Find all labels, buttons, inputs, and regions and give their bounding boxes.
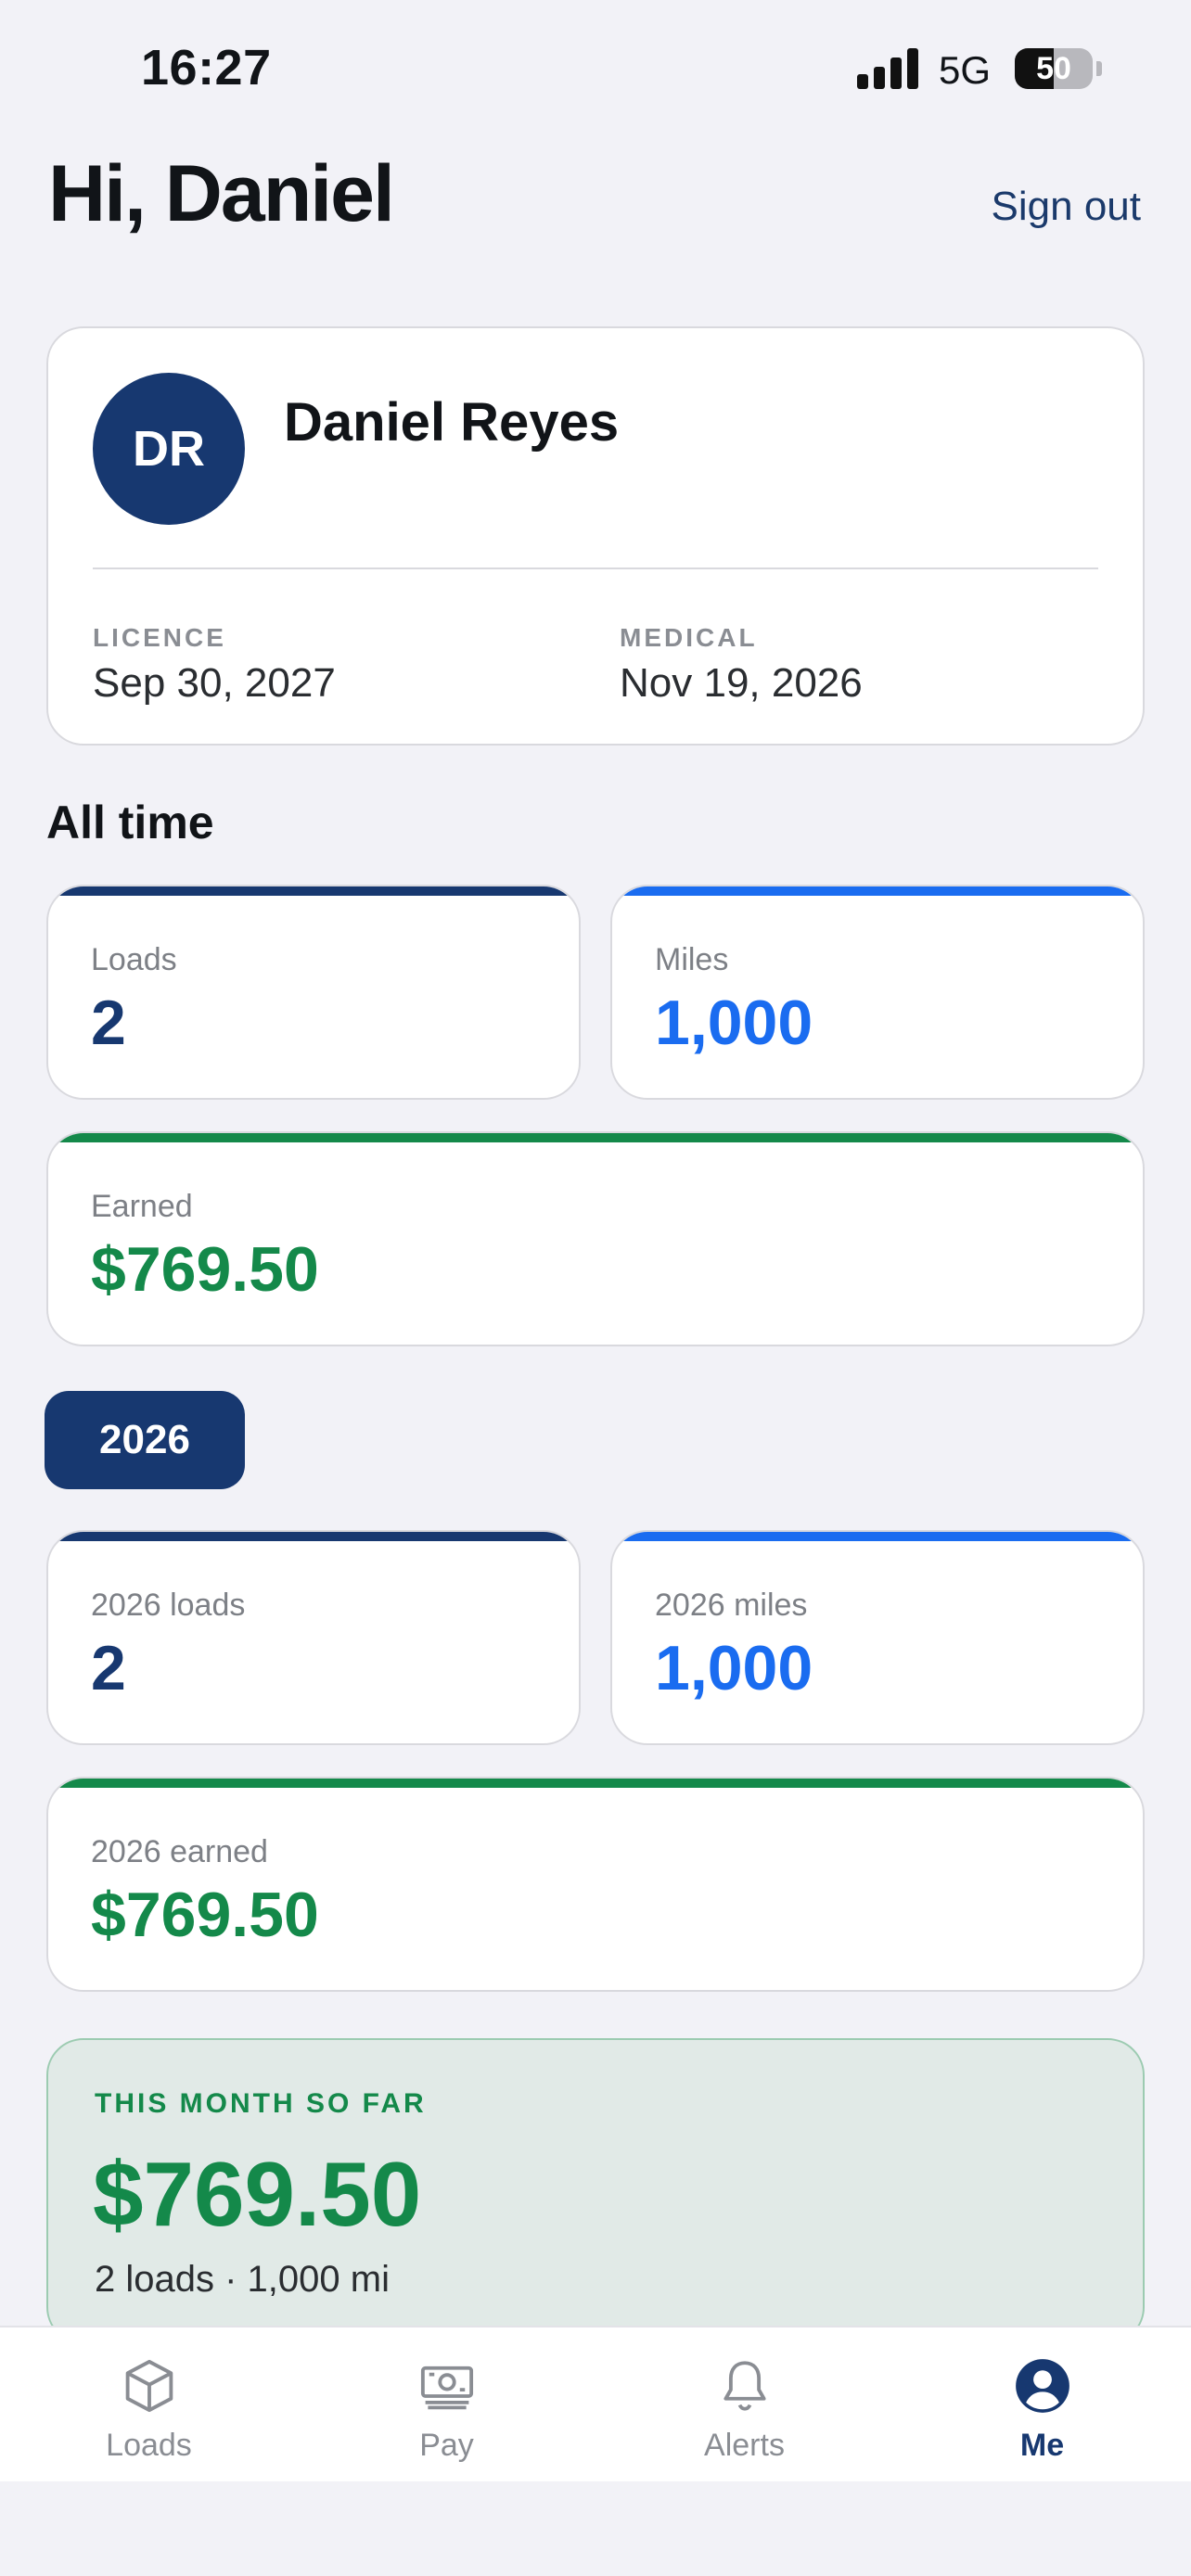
tab-loads[interactable]: Loads — [0, 2327, 298, 2483]
year-miles-stat-card: 2026 miles 1,000 — [610, 1530, 1145, 1745]
tab-loads-label: Loads — [106, 2428, 192, 2463]
this-month-amount: $769.50 — [93, 2143, 422, 2245]
screen: 16:27 5G 50 Hi, Daniel Sign out DR Danie… — [0, 0, 1191, 2576]
year-loads-value: 2 — [91, 1633, 126, 1703]
year-loads-stat-card: 2026 loads 2 — [46, 1530, 581, 1745]
miles-value: 1,000 — [655, 988, 813, 1058]
battery-icon: 50 — [1015, 48, 1093, 89]
home-indicator-area — [0, 2481, 1191, 2576]
tab-me-label: Me — [1019, 2428, 1065, 2463]
tab-alerts[interactable]: Alerts — [596, 2327, 893, 2483]
miles-stat-card: Miles 1,000 — [610, 885, 1145, 1100]
profile-card: DR Daniel Reyes LICENCE Sep 30, 2027 MED… — [46, 326, 1145, 746]
sign-out-button[interactable]: Sign out — [992, 184, 1141, 230]
licence-value: Sep 30, 2027 — [93, 660, 336, 706]
earned-accent-bar — [48, 1133, 1143, 1142]
profile-divider — [93, 567, 1098, 569]
status-time: 16:27 — [141, 40, 272, 96]
year-loads-label: 2026 loads — [91, 1588, 246, 1623]
year-earned-value: $769.50 — [91, 1880, 319, 1950]
avatar: DR — [93, 373, 245, 525]
tab-alerts-label: Alerts — [704, 2428, 785, 2463]
year-selector-2026[interactable]: 2026 — [45, 1391, 245, 1489]
person-icon — [1016, 2359, 1069, 2413]
tab-me[interactable]: Me — [893, 2327, 1191, 2483]
page-title: Hi, Daniel — [48, 149, 395, 238]
year-miles-accent-bar — [612, 1532, 1143, 1541]
bell-icon — [724, 2361, 766, 2411]
loads-accent-bar — [48, 886, 579, 896]
this-month-card: THIS MONTH SO FAR $769.50 2 loads · 1,00… — [46, 2038, 1145, 2344]
licence-label: LICENCE — [93, 623, 226, 652]
driver-name: Daniel Reyes — [284, 392, 620, 453]
battery-level: 50 — [1036, 51, 1071, 86]
tab-pay-label: Pay — [419, 2428, 474, 2463]
banknote-icon — [420, 2366, 474, 2410]
year-miles-label: 2026 miles — [655, 1588, 808, 1623]
status-bar: 16:27 5G 50 — [0, 0, 1191, 139]
miles-accent-bar — [612, 886, 1143, 896]
tab-bar: Loads Pay Alerts Me — [0, 2326, 1191, 2481]
loads-stat-card: Loads 2 — [46, 885, 581, 1100]
this-month-label: THIS MONTH SO FAR — [95, 2088, 427, 2119]
year-earned-stat-card: 2026 earned $769.50 — [46, 1777, 1145, 1992]
tab-pay[interactable]: Pay — [298, 2327, 596, 2483]
year-miles-value: 1,000 — [655, 1633, 813, 1703]
medical-value: Nov 19, 2026 — [620, 660, 863, 706]
year-earned-label: 2026 earned — [91, 1834, 268, 1869]
box-icon — [125, 2359, 173, 2413]
loads-label: Loads — [91, 942, 177, 977]
medical-label: MEDICAL — [620, 623, 758, 652]
signal-icon — [857, 46, 920, 89]
year-earned-accent-bar — [48, 1779, 1143, 1788]
miles-label: Miles — [655, 942, 729, 977]
earned-label: Earned — [91, 1189, 193, 1224]
all-time-title: All time — [46, 797, 214, 848]
earned-stat-card: Earned $769.50 — [46, 1131, 1145, 1346]
year-loads-accent-bar — [48, 1532, 579, 1541]
loads-value: 2 — [91, 988, 126, 1058]
network-type: 5G — [939, 48, 992, 92]
this-month-summary: 2 loads · 1,000 mi — [95, 2259, 390, 2300]
earned-value: $769.50 — [91, 1234, 319, 1305]
battery-nub — [1096, 61, 1102, 76]
